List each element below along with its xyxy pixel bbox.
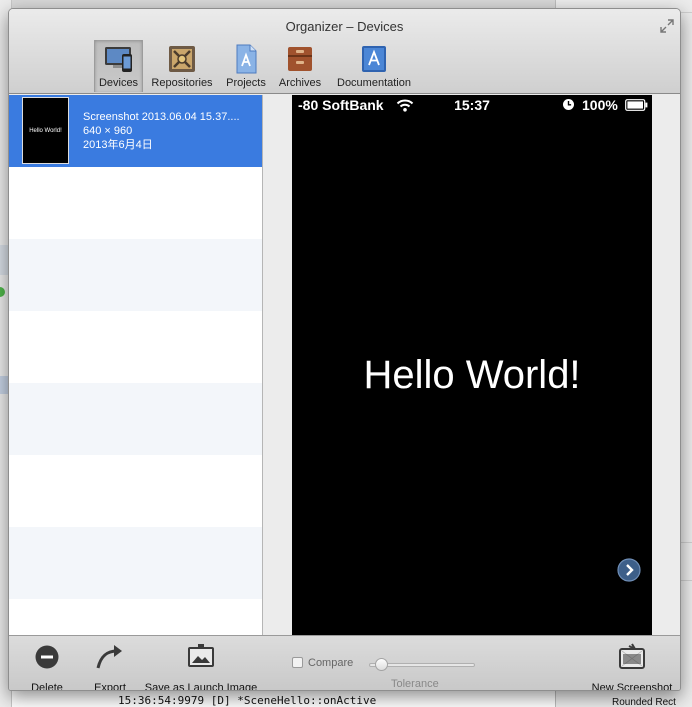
window-title: Organizer – Devices bbox=[285, 19, 404, 34]
screenshot-thumbnail: Hello World! bbox=[22, 97, 69, 164]
toolbar-label: Documentation bbox=[337, 77, 411, 89]
toolbar: Organizer – Devices Devices Repositories bbox=[9, 9, 680, 94]
toolbar-archives-button[interactable]: Archives bbox=[275, 40, 325, 92]
repositories-icon bbox=[169, 46, 195, 72]
toolbar-label: Repositories bbox=[151, 77, 213, 89]
screenshot-list[interactable]: Hello World! Screenshot 2013.06.04 15.37… bbox=[9, 95, 263, 635]
screenshot-resolution: 640 × 960 bbox=[83, 125, 133, 137]
list-stripe bbox=[9, 383, 262, 455]
list-stripe bbox=[9, 239, 262, 311]
library-item-label: Rounded Rect bbox=[612, 697, 676, 707]
screenshot-title: Screenshot 2013.06.04 15.37.... bbox=[83, 111, 240, 123]
minus-circle-icon bbox=[35, 645, 59, 669]
documentation-icon bbox=[362, 46, 386, 72]
compare-checkbox[interactable]: Compare bbox=[292, 657, 353, 669]
delete-button[interactable]: Delete bbox=[27, 642, 67, 691]
toolbar-label: Projects bbox=[226, 77, 266, 89]
organizer-window: Organizer – Devices Devices Repositories bbox=[8, 8, 681, 691]
toolbar-label: Devices bbox=[98, 77, 139, 89]
toolbar-repositories-button[interactable]: Repositories bbox=[147, 40, 217, 92]
screenshot-date: 2013年6月4日 bbox=[83, 139, 153, 151]
toolbar-devices-button[interactable]: Devices bbox=[94, 40, 143, 92]
screenshot-preview: -80 SoftBank 15:37 100% Hello World! bbox=[264, 95, 680, 635]
bottom-toolbar: Delete Export Save as Launch Image Compa… bbox=[9, 635, 680, 691]
export-button[interactable]: Export bbox=[89, 642, 131, 691]
screen-content-text: Hello World! bbox=[363, 353, 581, 397]
fullscreen-icon[interactable] bbox=[660, 19, 674, 33]
arrow-right-icon[interactable] bbox=[617, 558, 641, 582]
thumbnail-text: Hello World! bbox=[29, 128, 62, 134]
new-screenshot-button[interactable]: New Screenshot bbox=[587, 642, 677, 691]
toolbar-projects-button[interactable]: Projects bbox=[221, 40, 271, 92]
export-label: Export bbox=[94, 682, 126, 691]
list-item-text: Screenshot 2013.06.04 15.37.... 640 × 96… bbox=[83, 110, 240, 152]
launch-image-label: Save as Launch Image bbox=[144, 682, 258, 691]
new-screenshot-label: New Screenshot bbox=[591, 682, 673, 691]
battery-icon bbox=[625, 99, 648, 111]
devices-icon bbox=[104, 47, 132, 72]
export-arrow-icon bbox=[96, 645, 122, 669]
delete-label: Delete bbox=[31, 682, 63, 691]
save-as-launch-image-button[interactable]: Save as Launch Image bbox=[141, 642, 261, 691]
tolerance-label: Tolerance bbox=[391, 678, 439, 690]
launch-image-icon bbox=[188, 644, 214, 667]
projects-icon bbox=[236, 44, 257, 74]
console-line: 15:36:54:9979 [D] *SceneHello::onActive bbox=[118, 694, 377, 707]
list-stripe bbox=[9, 599, 262, 635]
compare-label: Compare bbox=[308, 657, 354, 669]
list-stripe bbox=[9, 311, 262, 383]
camera-icon bbox=[619, 643, 645, 669]
list-stripe bbox=[9, 167, 262, 239]
status-bar: -80 SoftBank 15:37 100% bbox=[292, 95, 652, 115]
device-screen: -80 SoftBank 15:37 100% Hello World! bbox=[292, 95, 652, 635]
battery-percent: 100% bbox=[582, 97, 618, 113]
tolerance-slider-knob[interactable] bbox=[375, 658, 389, 671]
list-item[interactable]: Hello World! Screenshot 2013.06.04 15.37… bbox=[9, 95, 262, 167]
list-stripe bbox=[9, 527, 262, 599]
list-stripe bbox=[9, 455, 262, 527]
toolbar-label: Archives bbox=[278, 77, 322, 89]
checkbox-box[interactable] bbox=[292, 657, 303, 668]
toolbar-documentation-button[interactable]: Documentation bbox=[331, 40, 417, 92]
background-status-dot bbox=[0, 287, 5, 297]
clock-icon bbox=[563, 99, 574, 110]
archives-icon bbox=[288, 47, 312, 71]
